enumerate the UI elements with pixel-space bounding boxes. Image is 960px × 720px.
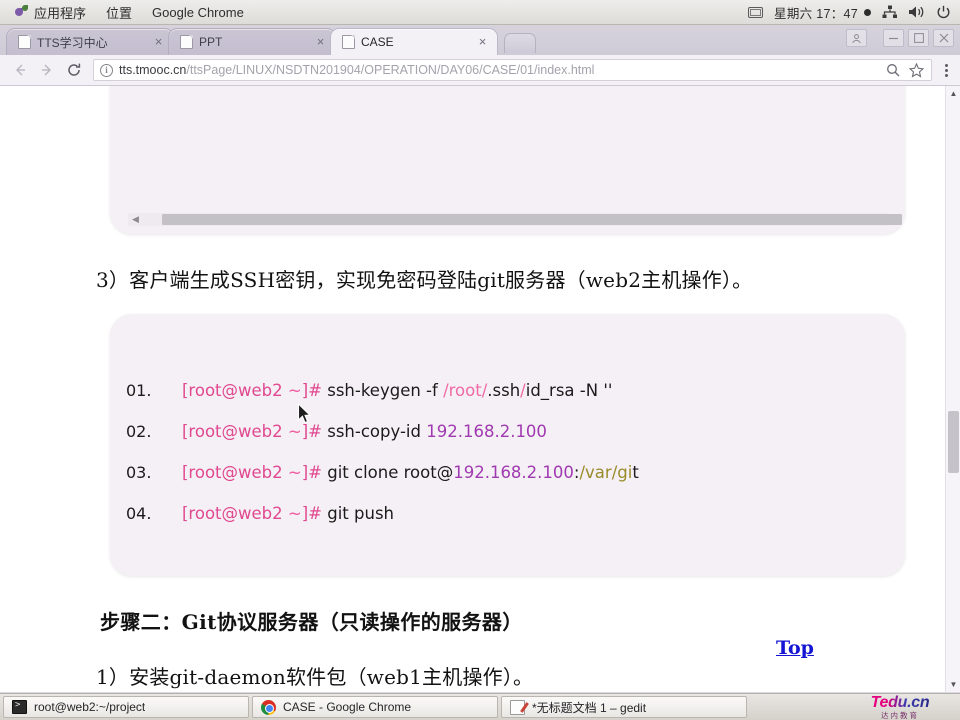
omnibox-actions	[884, 62, 925, 79]
code-card-main: 01. [root@web2 ~]# ssh-keygen -f /root/.…	[110, 314, 905, 576]
heading-step-two: 步骤二：Git协议服务器（只读操作的服务器）	[100, 610, 523, 634]
taskbar: root@web2:~/project CASE - Google Chrome…	[0, 693, 960, 720]
page-vertical-scrollbar[interactable]: ▲ ▼	[945, 86, 960, 692]
paragraph-install-git-daemon: 1）安装git-daemon软件包（web1主机操作）。	[96, 665, 534, 689]
minimize-icon[interactable]	[883, 29, 904, 47]
code-text[interactable]: [root@web2 ~]# ssh-keygen -f /root/.ssh/…	[182, 381, 612, 400]
tab-strip: TTS学习中心 × PPT × CASE ×	[0, 25, 960, 55]
address-bar[interactable]: i tts.tmooc.cn/ttsPage/LINUX/NSDTN201904…	[93, 59, 932, 81]
chrome-icon	[261, 699, 276, 715]
reload-icon[interactable]	[62, 58, 86, 82]
chrome-app-menu[interactable]: Google Chrome	[143, 1, 253, 23]
code-card-previous: ◀ ▶	[110, 86, 905, 234]
taskbar-item-label: *无标题文档 1 – gedit	[532, 700, 647, 715]
screencast-icon[interactable]	[747, 4, 764, 21]
tab-title: CASE	[361, 35, 394, 49]
zoom-search-icon[interactable]	[884, 62, 901, 79]
taskbar-item-label: CASE - Google Chrome	[283, 700, 412, 714]
hscroll-thumb[interactable]	[162, 214, 902, 225]
places-menu[interactable]: 位置	[97, 1, 141, 23]
scroll-down-arrow-icon[interactable]: ▼	[946, 677, 960, 692]
line-number: 01.	[126, 381, 152, 400]
recording-dot-icon	[864, 8, 871, 16]
tab-title: PPT	[199, 35, 223, 49]
code-text[interactable]: [root@web2 ~]# git push	[182, 504, 394, 523]
tab-close-icon[interactable]: ×	[314, 35, 327, 49]
code-line-04: 04. [root@web2 ~]# git push	[110, 493, 905, 534]
network-icon[interactable]	[881, 4, 898, 21]
taskbar-item-terminal[interactable]: root@web2:~/project	[3, 696, 249, 718]
top-anchor-link[interactable]: Top	[776, 637, 814, 659]
code-text[interactable]: [root@web2 ~]# git clone root@192.168.2.…	[182, 463, 639, 482]
tab-close-icon[interactable]: ×	[152, 35, 165, 49]
paragraph-ssh-keygen-intro: 3）客户端生成SSH密钥，实现免密码登陆git服务器（web2主机操作）。	[96, 268, 753, 292]
url-text: tts.tmooc.cn/ttsPage/LINUX/NSDTN201904/O…	[119, 63, 594, 77]
tedu-logo: Tedu.cn 达内教育	[847, 693, 953, 720]
scroll-thumb[interactable]	[948, 411, 959, 473]
taskbar-item-chrome[interactable]: CASE - Google Chrome	[252, 696, 498, 718]
gedit-icon	[510, 699, 525, 715]
new-tab-button[interactable]	[504, 33, 536, 53]
power-icon[interactable]	[935, 4, 952, 21]
forward-arrow-icon[interactable]	[35, 58, 59, 82]
gnome-foot-icon	[15, 5, 29, 19]
url-path: /ttsPage/LINUX/NSDTN201904/OPERATION/DAY…	[186, 63, 595, 77]
places-menu-label: 位置	[106, 5, 133, 21]
clock-label: 星期六 17：47	[774, 6, 858, 21]
page-viewport: ◀ ▶ 3）客户端生成SSH密钥，实现免密码登陆git服务器（web2主机操作）…	[0, 86, 960, 692]
tab-tts[interactable]: TTS学习中心 ×	[6, 28, 174, 55]
scroll-up-arrow-icon[interactable]: ▲	[946, 86, 960, 101]
gnome-top-panel: 应用程序 位置 Google Chrome 星期六 17：47	[0, 0, 960, 25]
page-favicon	[342, 35, 355, 49]
applications-menu[interactable]: 应用程序	[6, 1, 95, 23]
code-line-03: 03. [root@web2 ~]# git clone root@192.16…	[110, 452, 905, 493]
code-line-02: 02. [root@web2 ~]# ssh-copy-id 192.168.2…	[110, 411, 905, 452]
tab-ppt[interactable]: PPT ×	[168, 28, 336, 55]
hscroll-left-arrow-icon[interactable]: ◀	[132, 214, 139, 225]
maximize-icon[interactable]	[908, 29, 929, 47]
url-host: tts.tmooc.cn	[119, 63, 187, 77]
tab-case[interactable]: CASE ×	[330, 28, 498, 55]
gnome-menu-group: 应用程序 位置 Google Chrome	[0, 1, 253, 23]
tab-close-icon[interactable]: ×	[476, 35, 489, 49]
applications-menu-label: 应用程序	[34, 5, 87, 21]
page-favicon	[180, 35, 193, 49]
info-icon[interactable]: i	[100, 63, 113, 77]
page-content: ◀ ▶ 3）客户端生成SSH密钥，实现免密码登陆git服务器（web2主机操作）…	[0, 86, 945, 692]
screen-root: 应用程序 位置 Google Chrome 星期六 17：47 TTS学习中心 …	[0, 0, 960, 720]
code-text[interactable]: [root@web2 ~]# ssh-copy-id 192.168.2.100	[182, 422, 547, 441]
tedu-logo-main: Tedu.cn	[870, 693, 930, 711]
close-icon[interactable]	[933, 29, 954, 47]
chrome-window: TTS学习中心 × PPT × CASE × i tts.tmooc.cn/tt…	[0, 25, 960, 693]
code-hscrollbar[interactable]: ◀ ▶	[128, 213, 902, 226]
clock[interactable]: 星期六 17：47	[774, 3, 871, 22]
line-number: 04.	[126, 504, 152, 523]
line-number: 02.	[126, 422, 152, 441]
volume-icon[interactable]	[908, 4, 925, 21]
window-controls	[846, 29, 960, 51]
tedu-logo-sub: 达内教育	[881, 710, 919, 720]
profile-icon[interactable]	[846, 29, 867, 47]
taskbar-item-gedit[interactable]: *无标题文档 1 – gedit	[501, 696, 747, 718]
code-line-01: 01. [root@web2 ~]# ssh-keygen -f /root/.…	[110, 370, 905, 411]
browser-toolbar: i tts.tmooc.cn/ttsPage/LINUX/NSDTN201904…	[0, 55, 960, 86]
chrome-app-menu-label: Google Chrome	[152, 4, 244, 20]
tab-title: TTS学习中心	[37, 35, 108, 50]
star-icon[interactable]	[908, 62, 925, 79]
back-arrow-icon[interactable]	[8, 58, 32, 82]
three-dots-menu-icon[interactable]	[941, 63, 952, 77]
line-number: 03.	[126, 463, 152, 482]
gnome-tray: 星期六 17：47	[747, 3, 960, 22]
taskbar-item-label: root@web2:~/project	[34, 700, 146, 714]
terminal-icon	[12, 700, 27, 714]
page-favicon	[18, 35, 31, 49]
